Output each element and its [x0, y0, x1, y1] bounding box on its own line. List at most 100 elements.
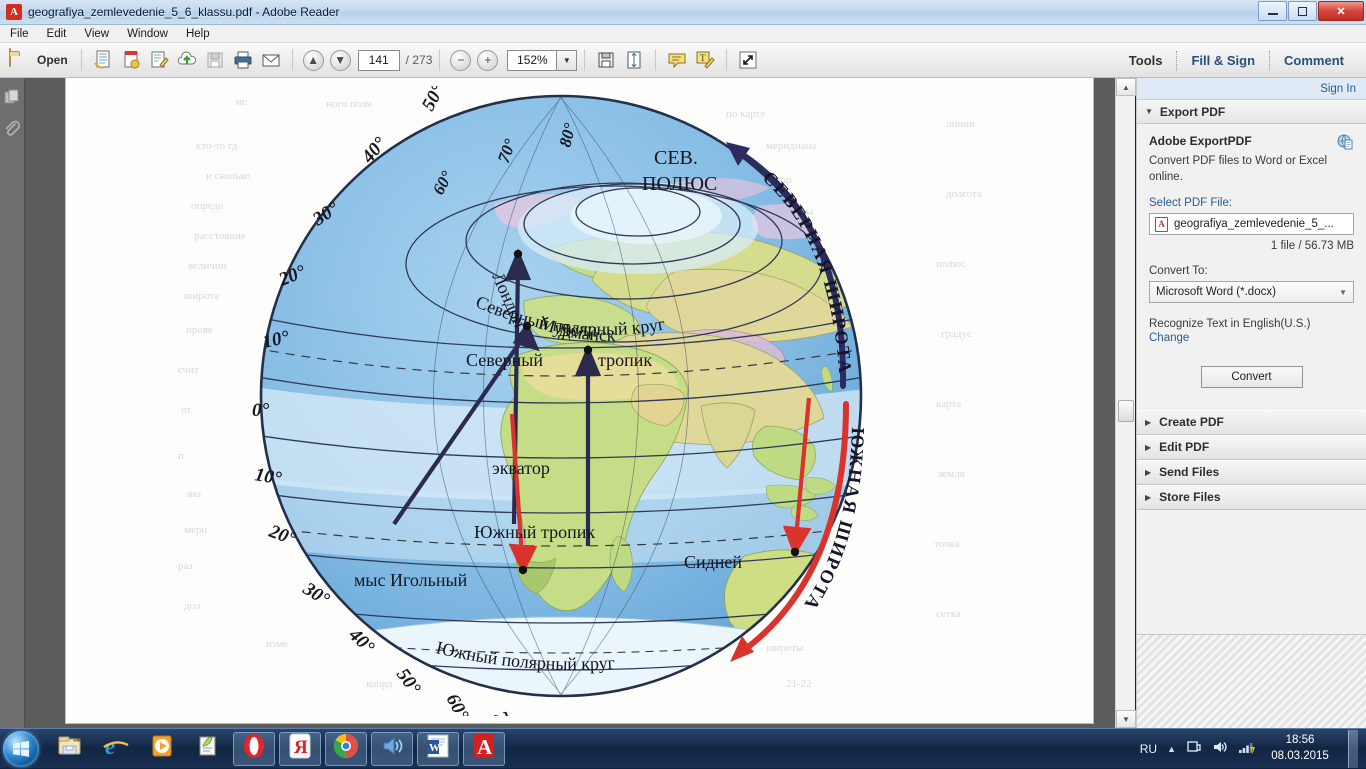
- fill-and-sign-button[interactable]: Fill & Sign: [1177, 53, 1269, 68]
- city-dot-sydney: [790, 547, 800, 557]
- page-number-input[interactable]: 141: [357, 49, 400, 71]
- attachments-icon[interactable]: [3, 120, 21, 138]
- menu-item-view[interactable]: View: [82, 28, 111, 40]
- accordion-edit-pdf[interactable]: ▶ Edit PDF: [1137, 434, 1366, 460]
- taskbar-opera[interactable]: [233, 731, 275, 766]
- accordion-send-files-label: Send Files: [1159, 465, 1220, 480]
- selected-file-name: geografiya_zemlevedenie_5_...: [1174, 218, 1334, 231]
- comment-button[interactable]: Comment: [1270, 53, 1358, 68]
- print-button[interactable]: [229, 47, 257, 73]
- sign-in-link[interactable]: Sign In: [1320, 83, 1356, 95]
- taskbar-yandex-browser[interactable]: Я: [279, 731, 321, 766]
- tools-button[interactable]: Tools: [1115, 53, 1177, 68]
- chevron-down-icon: ▼: [1339, 287, 1347, 297]
- chevron-right-icon: ▶: [1145, 492, 1152, 502]
- taskbar-internet-explorer[interactable]: e: [95, 732, 137, 766]
- save-as-icon: [595, 49, 617, 71]
- accordion-edit-pdf-label: Edit PDF: [1159, 440, 1210, 455]
- tools-panel: Sign In ▼ Export PDF Adobe ExportPDF Con…: [1136, 78, 1366, 728]
- start-button[interactable]: [3, 730, 39, 767]
- network-icon[interactable]: !: [1238, 739, 1256, 760]
- menu-item-help[interactable]: Help: [184, 28, 212, 40]
- accordion-send-files[interactable]: ▶ Send Files: [1137, 459, 1366, 485]
- export-pdf-description: Convert PDF files to Word or Excel onlin…: [1149, 155, 1328, 183]
- scroll-down-button[interactable]: ▼: [1116, 710, 1136, 728]
- taskbar-chrome[interactable]: [325, 731, 367, 766]
- menu-bar: File Edit View Window Help: [0, 25, 1366, 43]
- svg-text:!: !: [1251, 749, 1253, 755]
- highlight-text-button[interactable]: T: [691, 47, 719, 73]
- edit-pdf-button[interactable]: [145, 47, 173, 73]
- zoom-in-button[interactable]: +: [474, 47, 501, 73]
- clock[interactable]: 18:56 08.03.2015: [1266, 733, 1334, 764]
- selected-file-field[interactable]: A geografiya_zemlevedenie_5_...: [1149, 213, 1354, 236]
- zoom-in-icon: +: [477, 49, 499, 71]
- label-southern-tropic: Южный тропик: [474, 522, 595, 542]
- label-north-pole-line1: СЕВ.: [654, 147, 698, 169]
- open-button[interactable]: Open: [6, 47, 74, 73]
- opera-icon: [242, 733, 266, 764]
- menu-item-window[interactable]: Window: [125, 28, 170, 40]
- open-button-label: Open: [37, 53, 68, 67]
- scrollbar-thumb[interactable]: [1118, 400, 1134, 422]
- window-title: geografiya_zemlevedenie_5_6_klassu.pdf -…: [28, 5, 340, 19]
- email-button[interactable]: [257, 47, 285, 73]
- action-center-icon[interactable]: [1186, 739, 1202, 760]
- zoom-level-input[interactable]: 152%: [507, 49, 558, 71]
- globe-figure: СЕВ. ПОЛЮС Северный полярный круг Мурман…: [246, 86, 886, 716]
- convert-to-select[interactable]: Microsoft Word (*.docx) ▼: [1149, 281, 1354, 304]
- create-pdf-button[interactable]: [89, 47, 117, 73]
- label-northern-tropic-2: тропик: [598, 350, 652, 370]
- show-hidden-icons-button[interactable]: ▲: [1167, 744, 1176, 754]
- label-northern-tropic: Северный: [466, 350, 543, 370]
- upload-cloud-button[interactable]: [173, 47, 201, 73]
- adobe-reader-icon: A: [472, 733, 496, 764]
- page-thumbnails-icon[interactable]: [3, 88, 21, 106]
- volume-icon[interactable]: [1212, 739, 1228, 760]
- taskbar-explorer[interactable]: [49, 732, 91, 766]
- export-pdf-panel-header[interactable]: ▼ Export PDF: [1137, 100, 1366, 124]
- accordion-store-files[interactable]: ▶ Store Files: [1137, 484, 1366, 510]
- sticky-note-button[interactable]: [663, 47, 691, 73]
- taskbar-volume-app[interactable]: [371, 731, 413, 766]
- save-button[interactable]: [201, 47, 229, 73]
- page-total-label: / 273: [405, 53, 433, 67]
- navigation-rail: [0, 78, 25, 728]
- highlight-text-icon: T: [694, 49, 716, 71]
- clock-time: 18:56: [1285, 734, 1315, 747]
- convert-button[interactable]: Convert: [1200, 365, 1303, 388]
- show-desktop-button[interactable]: [1348, 730, 1358, 768]
- document-viewport[interactable]: ис ного поля кто-то гд и сколько опреде …: [25, 78, 1115, 728]
- accordion-create-pdf[interactable]: ▶ Create PDF: [1137, 409, 1366, 435]
- close-button[interactable]: ✕: [1318, 1, 1364, 21]
- previous-page-button[interactable]: ▲: [300, 47, 327, 73]
- taskbar-notes-app[interactable]: [187, 732, 229, 766]
- svg-text:T: T: [700, 53, 706, 63]
- accordion-create-pdf-label: Create PDF: [1159, 415, 1224, 430]
- zoom-out-button[interactable]: −: [447, 47, 474, 73]
- toolbar-divider: [655, 49, 657, 71]
- select-pdf-file-label: Select PDF File:: [1149, 197, 1233, 210]
- fit-page-button[interactable]: [620, 47, 648, 73]
- menu-item-file[interactable]: File: [8, 28, 31, 40]
- combine-files-button[interactable]: [117, 47, 145, 73]
- maximize-button[interactable]: [1288, 1, 1317, 21]
- globe-document-icon: [1337, 134, 1354, 154]
- minimize-button[interactable]: [1258, 1, 1287, 21]
- menu-item-edit[interactable]: Edit: [45, 28, 69, 40]
- latitude-tick-70s: 70°: [489, 709, 518, 716]
- taskbar-media-player[interactable]: [141, 732, 183, 766]
- latitude-tick-60s: 60°: [442, 690, 473, 716]
- open-folder-icon: [9, 48, 31, 71]
- change-language-link[interactable]: Change: [1149, 332, 1189, 344]
- toolbar-divider: [80, 49, 82, 71]
- next-page-button[interactable]: ▼: [327, 47, 354, 73]
- zoom-dropdown-button[interactable]: ▼: [557, 49, 578, 71]
- taskbar-word[interactable]: W: [417, 731, 459, 766]
- language-indicator[interactable]: RU: [1140, 742, 1157, 756]
- fullscreen-button[interactable]: [734, 47, 762, 73]
- taskbar-adobe-reader[interactable]: A: [463, 731, 505, 766]
- document-scrollbar[interactable]: ▲ ▼: [1115, 78, 1136, 728]
- save-as-button[interactable]: [592, 47, 620, 73]
- scroll-up-button[interactable]: ▲: [1116, 78, 1136, 96]
